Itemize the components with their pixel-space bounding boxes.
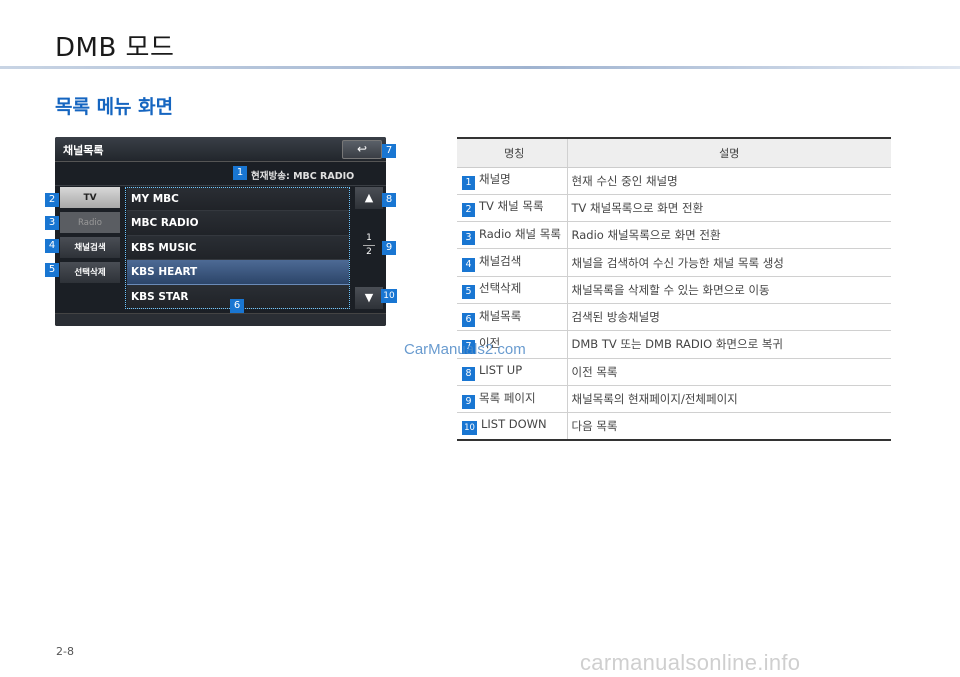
row-description: 검색된 방송채널명 (567, 303, 891, 332)
row-name: 목록 페이지 (479, 390, 536, 405)
callout-marker-9: 9 (382, 241, 396, 255)
side-item-select-delete[interactable]: 선택삭제 (60, 262, 120, 284)
table-row: 5 선택삭제 채널목록을 삭제할 수 있는 화면으로 이동 (457, 276, 891, 304)
row-name-cell: 4 채널검색 (457, 248, 568, 277)
header-name: 명칭 (457, 137, 568, 168)
row-name-cell: 10 LIST DOWN (457, 412, 568, 441)
row-number-badge: 2 (462, 203, 475, 218)
channel-row-kbs-music[interactable]: KBS MUSIC (127, 235, 349, 261)
table-row: 6 채널목록 검색된 방송채널명 (457, 303, 891, 332)
table-row: 10 LIST DOWN 다음 목록 (457, 412, 891, 441)
header-divider (0, 66, 960, 69)
row-name-cell: 8 LIST UP (457, 358, 568, 386)
back-icon: ↩ (356, 142, 368, 156)
row-number-badge: 8 (462, 366, 475, 381)
callout-marker-4: 4 (45, 239, 59, 253)
row-name: Radio 채널 목록 (479, 226, 561, 241)
row-number-badge: 4 (462, 258, 475, 273)
row-name-cell: 1 채널명 (457, 167, 568, 195)
table-row: 9 목록 페이지 채널목록의 현재페이지/전체페이지 (457, 385, 891, 414)
callout-marker-10: 10 (381, 289, 397, 303)
page-current: 1 (366, 233, 372, 243)
table-header-row: 명칭 설명 (457, 137, 891, 168)
row-name: 선택삭제 (479, 281, 522, 296)
row-name-cell: 3 Radio 채널 목록 (457, 221, 568, 250)
callout-marker-5: 5 (45, 263, 59, 277)
callout-marker-1: 1 (233, 166, 247, 180)
screen-bottom-bar (55, 313, 386, 326)
down-arrow-icon: ▼ (364, 291, 374, 304)
current-broadcast-row: 현재방송: MBC RADIO (55, 162, 386, 186)
row-description: TV 채널목록으로 화면 전환 (567, 194, 891, 223)
row-description: 현재 수신 중인 채널명 (567, 167, 891, 195)
row-name: LIST UP (479, 362, 523, 377)
table-row: 2 TV 채널 목록 TV 채널목록으로 화면 전환 (457, 194, 891, 223)
channel-row-mbc-radio[interactable]: MBC RADIO (127, 211, 349, 236)
page-number: 2-8 (56, 645, 74, 658)
row-number-badge: 9 (462, 394, 475, 409)
side-item-channel-search[interactable]: 채널검색 (60, 237, 120, 259)
watermark-text: CarManuals2.com (404, 341, 526, 358)
back-button[interactable]: ↩ (342, 140, 382, 159)
screen-top-bar: 채널목록 ↩ (55, 137, 386, 162)
table-row: 8 LIST UP 이전 목록 (457, 358, 891, 386)
description-table: 명칭 설명 1 채널명 현재 수신 중인 채널명 2 TV 채널 목록 TV 채널목… (457, 137, 891, 441)
row-name: LIST DOWN (481, 417, 547, 432)
page-divider (363, 245, 375, 246)
row-number-badge: 1 (462, 176, 475, 191)
page-indicator: 1 2 (355, 233, 383, 258)
row-name-cell: 5 선택삭제 (457, 276, 568, 304)
callout-marker-7: 7 (382, 144, 396, 158)
callout-marker-8: 8 (382, 193, 396, 207)
callout-marker-3: 3 (45, 216, 59, 230)
row-description: 채널목록을 삭제할 수 있는 화면으로 이동 (567, 276, 891, 304)
row-description: DMB TV 또는 DMB RADIO 화면으로 복귀 (567, 330, 891, 359)
row-description: 이전 목록 (567, 358, 891, 386)
callout-marker-6: 6 (230, 299, 244, 313)
page-total: 2 (366, 247, 372, 257)
row-name-cell: 9 목록 페이지 (457, 385, 568, 414)
row-name: 채널명 (479, 172, 511, 187)
row-description: 다음 목록 (567, 412, 891, 441)
row-number-badge: 3 (462, 230, 475, 245)
row-description: 채널목록의 현재페이지/전체페이지 (567, 385, 891, 414)
table-row: 3 Radio 채널 목록 Radio 채널목록으로 화면 전환 (457, 221, 891, 250)
channel-list: MY MBC MBC RADIO KBS MUSIC KBS HEART KBS… (127, 187, 349, 309)
list-down-button[interactable]: ▼ (355, 287, 383, 309)
section-title: 목록 메뉴 화면 (55, 96, 174, 118)
row-number-badge: 10 (462, 421, 477, 436)
dmb-screen-mockup: 채널목록 ↩ 현재방송: MBC RADIO TV Radio 채널검색 선택삭… (55, 137, 386, 326)
list-up-button[interactable]: ▲ (355, 187, 383, 209)
side-item-radio[interactable]: Radio (60, 212, 120, 234)
screen-title: 채널목록 (63, 144, 104, 157)
page-header-title: DMB 모드 (55, 33, 175, 63)
table-row: 1 채널명 현재 수신 중인 채널명 (457, 167, 891, 195)
footer-site-text: carmanualsonline.info (580, 650, 801, 675)
table-row: 4 채널검색 채널을 검색하여 수신 가능한 채널 목록 생성 (457, 248, 891, 277)
channel-row-my-mbc[interactable]: MY MBC (127, 187, 349, 212)
row-number-badge: 6 (462, 312, 475, 327)
row-name: 채널검색 (479, 254, 522, 269)
row-name-cell: 2 TV 채널 목록 (457, 194, 568, 223)
row-name: TV 채널 목록 (479, 199, 544, 214)
header-description: 설명 (567, 137, 891, 168)
row-description: 채널을 검색하여 수신 가능한 채널 목록 생성 (567, 248, 891, 277)
up-arrow-icon: ▲ (364, 191, 374, 204)
side-item-tv[interactable]: TV (60, 187, 120, 209)
row-description: Radio 채널목록으로 화면 전환 (567, 221, 891, 250)
channel-row-kbs-heart[interactable]: KBS HEART (127, 260, 349, 285)
scroll-column: ▲ 1 2 ▼ (355, 187, 383, 309)
current-broadcast-label: 현재방송: MBC RADIO (251, 171, 355, 182)
callout-marker-2: 2 (45, 193, 59, 207)
row-name: 채널목록 (479, 308, 522, 323)
row-name-cell: 6 채널목록 (457, 303, 568, 332)
row-number-badge: 5 (462, 285, 475, 300)
